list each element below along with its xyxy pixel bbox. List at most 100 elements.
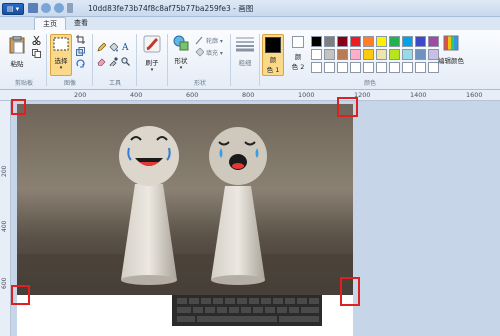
palette-swatch[interactable]: [389, 49, 400, 60]
ruler-mark: 1600: [466, 91, 483, 99]
ruler-mark: 400: [130, 91, 143, 99]
edit-colors-label: 编辑颜色: [438, 57, 464, 65]
shapes-button[interactable]: 形状 ▾: [171, 35, 191, 71]
color-picker-icon[interactable]: [109, 57, 118, 66]
annotation-box-top-left: [11, 99, 26, 115]
palette-swatch[interactable]: [363, 49, 374, 60]
app-menu-button[interactable]: ▤ ▾: [2, 3, 24, 15]
palette-swatch[interactable]: [389, 36, 400, 47]
magnifier-icon[interactable]: [121, 57, 130, 66]
separator: [92, 34, 93, 86]
tab-view[interactable]: 查看: [66, 17, 96, 30]
vertical-ruler: 200 400 600: [0, 101, 11, 336]
ruler-mark: 200: [74, 91, 87, 99]
color2-button[interactable]: 颜 色 2: [288, 36, 308, 71]
line-width-icon: [236, 37, 254, 52]
palette-swatch[interactable]: [337, 49, 348, 60]
color1-swatch: [265, 37, 281, 53]
clipboard-group-label: 剪贴板: [14, 80, 33, 87]
annotation-box-top-right: [337, 97, 358, 117]
color1-button[interactable]: 颜 色 1: [262, 34, 284, 76]
palette-swatch[interactable]: [402, 49, 413, 60]
palette-swatch[interactable]: [350, 49, 361, 60]
palette-swatch[interactable]: [324, 62, 335, 73]
ruler-mark: 600: [186, 91, 199, 99]
separator: [259, 34, 260, 86]
outline-icon[interactable]: [195, 36, 204, 45]
color2-swatch: [292, 36, 304, 48]
palette-swatch[interactable]: [337, 36, 348, 47]
horizontal-ruler: 200 400 600 800 1000 1200 1400 1600: [0, 90, 500, 101]
tab-home[interactable]: 主页: [34, 17, 66, 30]
eraser-icon[interactable]: [97, 57, 106, 66]
paste-label: 粘贴: [10, 60, 24, 68]
text-icon[interactable]: A: [121, 42, 130, 51]
redo-icon[interactable]: [54, 3, 64, 13]
outline-label[interactable]: 轮廓 ▾: [206, 36, 223, 45]
ruler-mark: 600: [1, 277, 8, 289]
palette-swatch[interactable]: [311, 49, 322, 60]
separator: [167, 34, 168, 86]
palette-swatch[interactable]: [324, 36, 335, 47]
palette-swatch[interactable]: [363, 36, 374, 47]
palette-swatch[interactable]: [350, 36, 361, 47]
palette-swatch[interactable]: [376, 62, 387, 73]
resize-icon[interactable]: [76, 47, 85, 56]
color-palette: [311, 36, 439, 73]
shapes-group-label: 形状: [193, 80, 206, 87]
chevron-down-icon: ▾: [150, 67, 154, 73]
ruler-mark: 1000: [298, 91, 315, 99]
cut-icon[interactable]: [32, 36, 41, 45]
palette-swatch[interactable]: [415, 36, 426, 47]
separator: [136, 34, 137, 86]
palette-swatch[interactable]: [311, 62, 322, 73]
title-bar: ▤ ▾ 10dd83fe73b74f8c8af75b77ba259fe3 - 画…: [0, 0, 500, 17]
quick-access-toolbar: [28, 3, 73, 13]
palette-swatch[interactable]: [376, 49, 387, 60]
clipboard-icon: [9, 35, 25, 54]
svg-text:A: A: [121, 43, 129, 51]
select-button[interactable]: 选择 ▾: [50, 34, 72, 76]
palette-swatch[interactable]: [402, 36, 413, 47]
palette-swatch[interactable]: [337, 62, 348, 73]
pencil-icon[interactable]: [97, 43, 106, 52]
save-icon[interactable]: [28, 3, 38, 13]
ruler-mark: 200: [1, 165, 8, 177]
palette-swatch[interactable]: [389, 62, 400, 73]
palette-swatch[interactable]: [324, 49, 335, 60]
photo-figurines: [17, 104, 353, 295]
ruler-mark: 1400: [410, 91, 427, 99]
size-button[interactable]: 粗细: [234, 35, 256, 67]
color-wheel-icon: [443, 35, 459, 51]
color1-label-2: 色 1: [266, 66, 280, 74]
copy-icon[interactable]: [32, 49, 41, 58]
colors-group-label: 颜色: [363, 80, 376, 87]
fill-icon[interactable]: [195, 48, 204, 57]
fill-bucket-icon[interactable]: [109, 43, 118, 52]
rotate-icon[interactable]: [76, 59, 85, 68]
palette-swatch[interactable]: [363, 62, 374, 73]
crop-icon[interactable]: [76, 35, 85, 44]
edit-colors-button[interactable]: 编辑颜色: [436, 35, 466, 65]
palette-swatch[interactable]: [415, 49, 426, 60]
customize-qat-icon[interactable]: [67, 3, 73, 13]
color2-label: 颜: [294, 53, 302, 61]
chevron-down-icon: ▾: [59, 65, 63, 71]
photo-image: [17, 104, 353, 295]
palette-swatch[interactable]: [376, 36, 387, 47]
palette-swatch[interactable]: [415, 62, 426, 73]
fill-label[interactable]: 填充 ▾: [206, 48, 223, 57]
brushes-button[interactable]: 刷子 ▾: [140, 35, 164, 73]
palette-swatch[interactable]: [402, 62, 413, 73]
ribbon-tabs: 主页 查看: [0, 17, 500, 30]
selection-icon: [53, 37, 69, 51]
undo-icon[interactable]: [41, 3, 51, 13]
image-group-label: 图像: [63, 80, 76, 87]
shapes-label: 形状: [174, 57, 188, 65]
palette-swatch[interactable]: [350, 62, 361, 73]
size-label: 粗细: [238, 59, 252, 67]
palette-swatch[interactable]: [311, 36, 322, 47]
paste-button[interactable]: 粘贴: [6, 35, 28, 68]
color1-label: 颜: [269, 56, 277, 64]
separator: [230, 34, 231, 86]
